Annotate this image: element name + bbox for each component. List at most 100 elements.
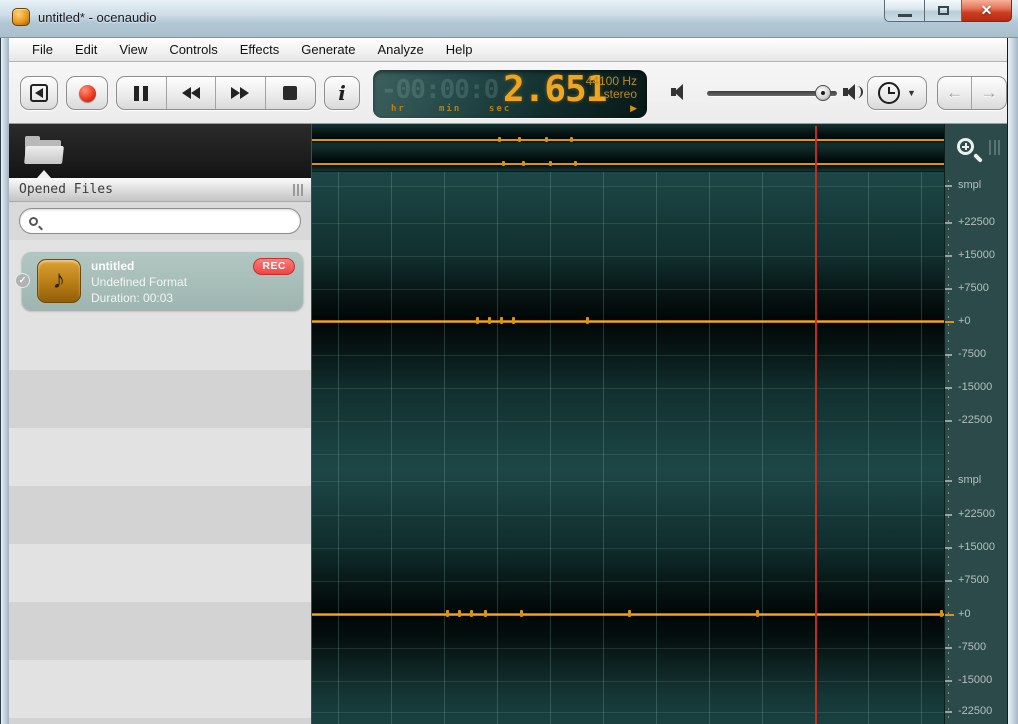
back-arrow-icon: ← xyxy=(946,83,963,103)
minimize-button[interactable] xyxy=(884,0,924,22)
grid-vline xyxy=(921,172,922,724)
grid-hline xyxy=(312,355,944,356)
transport-group xyxy=(116,76,316,110)
file-list: ✓ ♪ untitled Undefined Format Duration: … xyxy=(9,240,311,724)
grid-hline xyxy=(312,186,944,187)
volume-slider-knob[interactable] xyxy=(815,85,831,101)
scale-tick-ch1 xyxy=(945,288,952,290)
overview-blip xyxy=(549,161,552,166)
grid-vline xyxy=(656,172,657,724)
grid-vline xyxy=(550,172,551,724)
grid-hline xyxy=(312,481,944,482)
time-display[interactable]: -00:00:0 2.651 hr min sec 44100 Hz stere… xyxy=(373,70,647,118)
grid-vline xyxy=(391,172,392,724)
playhead-cursor[interactable] xyxy=(815,126,817,724)
menu-item-help[interactable]: Help xyxy=(435,39,484,60)
toolbar: i -00:00:0 2.651 hr min sec 44100 Hz ste… xyxy=(9,62,1007,124)
maximize-button[interactable] xyxy=(924,0,962,22)
close-button[interactable]: ✕ xyxy=(962,0,1012,22)
grid-hline xyxy=(312,223,944,224)
search-icon xyxy=(29,217,38,226)
record-button[interactable] xyxy=(66,76,108,110)
rec-status-badge: REC xyxy=(253,258,295,275)
window-title: untitled* - ocenaudio xyxy=(38,10,157,25)
rewind-button[interactable] xyxy=(167,77,217,109)
menu-item-controls[interactable]: Controls xyxy=(158,39,228,60)
menu-item-generate[interactable]: Generate xyxy=(290,39,366,60)
panel-header: Opened Files xyxy=(9,178,311,202)
scale-label-ch1-+7500: +7500 xyxy=(958,282,989,294)
opened-files-tab[interactable] xyxy=(25,136,63,164)
pause-button[interactable] xyxy=(117,77,167,109)
menu-item-view[interactable]: View xyxy=(108,39,158,60)
clock-icon xyxy=(878,82,900,104)
menu-item-analyze[interactable]: Analyze xyxy=(366,39,434,60)
overview-channel-right-line xyxy=(312,163,944,165)
undo-back-button[interactable]: ← xyxy=(938,77,972,109)
list-row-stripe-2 xyxy=(9,602,311,660)
grid-vline xyxy=(338,172,339,724)
scale-label-ch2-+0: +0 xyxy=(958,608,971,620)
amplitude-scale-panel[interactable]: smpl+22500+15000+7500+0-7500-15000-22500… xyxy=(944,124,1007,724)
sidebar: Opened Files ✓ ♪ untitled Undefined Form… xyxy=(9,124,312,724)
scale-tick-ch1 xyxy=(945,255,952,257)
volume-max-icon[interactable] xyxy=(843,84,863,100)
pause-icon xyxy=(134,86,148,101)
waveform-editor[interactable] xyxy=(312,124,944,724)
info-icon: i xyxy=(338,81,346,105)
active-tab-notch xyxy=(37,170,51,178)
waveform-overview-bar[interactable] xyxy=(312,124,944,172)
scale-tick-ch2 xyxy=(945,480,952,482)
forward-arrow-icon: → xyxy=(981,83,998,103)
scale-tick-ch1 xyxy=(945,222,952,224)
overview-blip xyxy=(522,161,525,166)
volume-min-icon[interactable] xyxy=(671,84,683,100)
scale-tick-ch2 xyxy=(945,680,952,682)
waveform-blip xyxy=(940,610,943,617)
file-item-untitled[interactable]: ✓ ♪ untitled Undefined Format Duration: … xyxy=(22,252,303,310)
title-bar[interactable]: untitled* - ocenaudio ✕ xyxy=(0,0,1018,38)
scale-tick-ch1 xyxy=(945,354,952,356)
menu-item-effects[interactable]: Effects xyxy=(229,39,291,60)
grid-hline xyxy=(312,648,944,649)
waveform-blip xyxy=(628,610,631,617)
panel-grip-icon[interactable] xyxy=(293,184,303,196)
grid-vline xyxy=(497,172,498,724)
overview-blip xyxy=(574,161,577,166)
file-check-icon: ✓ xyxy=(15,273,30,288)
scale-tick-ch1 xyxy=(945,420,952,422)
waveform-blip xyxy=(458,610,461,617)
menu-item-file[interactable]: File xyxy=(21,39,64,60)
sidebar-tab-strip xyxy=(9,124,311,178)
search-box[interactable] xyxy=(19,208,301,234)
unit-sec: sec xyxy=(489,104,511,114)
scale-label-ch1--22500: -22500 xyxy=(958,414,992,426)
waveform-blip xyxy=(446,610,449,617)
menu-item-edit[interactable]: Edit xyxy=(64,39,108,60)
scale-grip-icon[interactable] xyxy=(989,140,1000,155)
stop-icon xyxy=(283,86,297,100)
grid-hline xyxy=(312,388,944,389)
time-format-button[interactable]: ▼ xyxy=(867,76,927,110)
scale-tick-ch2 xyxy=(945,647,952,649)
redo-forward-button[interactable]: → xyxy=(972,77,1006,109)
scale-label-ch1--7500: -7500 xyxy=(958,348,986,360)
skip-to-start-button[interactable] xyxy=(20,76,58,110)
scale-label-ch2--15000: -15000 xyxy=(958,674,992,686)
list-row-stripe-3 xyxy=(9,718,311,724)
overview-blip xyxy=(502,161,505,166)
record-icon xyxy=(79,85,96,102)
list-row-stripe-1 xyxy=(9,486,311,544)
scale-tick-ch2 xyxy=(945,514,952,516)
fast-forward-button[interactable] xyxy=(216,77,266,109)
scale-label-ch2-+22500: +22500 xyxy=(958,508,995,520)
search-input[interactable] xyxy=(46,211,292,231)
zoom-icon[interactable] xyxy=(957,138,974,155)
play-indicator-icon: ▶ xyxy=(586,102,637,115)
scale-tick-ch1 xyxy=(945,387,952,389)
stop-button[interactable] xyxy=(266,77,316,109)
file-duration: Duration: 00:03 xyxy=(91,290,187,306)
grid-hline xyxy=(312,289,944,290)
audio-file-icon: ♪ xyxy=(37,259,81,303)
info-button[interactable]: i xyxy=(324,76,360,110)
